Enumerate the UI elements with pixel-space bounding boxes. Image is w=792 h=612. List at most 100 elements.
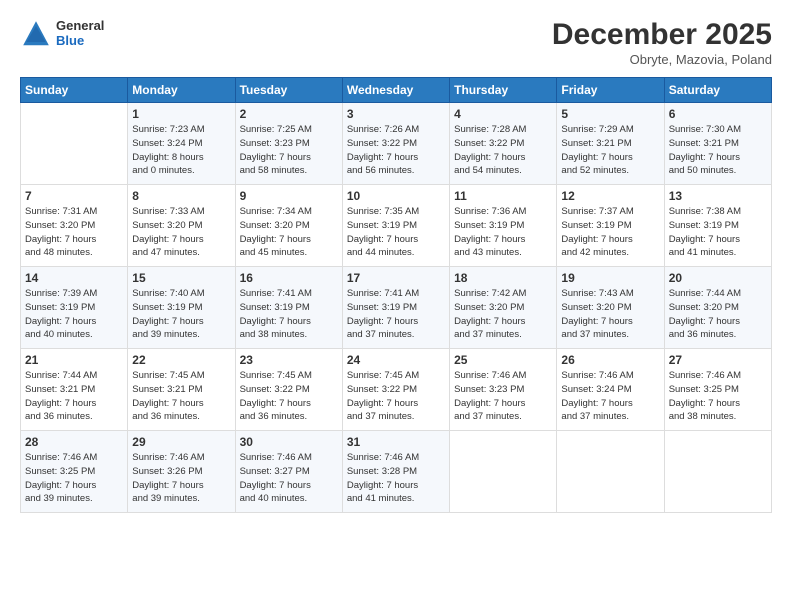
week-row-1: 7 Sunrise: 7:31 AMSunset: 3:20 PMDaylight… (21, 185, 772, 267)
day-number: 12 (561, 189, 659, 203)
logo-text: General Blue (56, 19, 104, 49)
day-number: 4 (454, 107, 552, 121)
day-number: 7 (25, 189, 123, 203)
header-day-thursday: Thursday (450, 78, 557, 103)
day-info: Sunrise: 7:41 AMSunset: 3:19 PMDaylight:… (347, 287, 445, 342)
calendar-body: 1 Sunrise: 7:23 AMSunset: 3:24 PMDaylight… (21, 103, 772, 513)
day-cell: 16Sunrise: 7:41 AMSunset: 3:19 PMDayligh… (235, 267, 342, 349)
day-number: 24 (347, 353, 445, 367)
day-info: Sunrise: 7:37 AMSunset: 3:19 PMDaylight:… (561, 205, 659, 260)
day-cell: 9Sunrise: 7:34 AMSunset: 3:20 PMDaylight… (235, 185, 342, 267)
day-cell: 20 Sunrise: 7:44 AMSunset: 3:20 PMDayligh… (664, 267, 771, 349)
day-cell: 23Sunrise: 7:45 AMSunset: 3:22 PMDayligh… (235, 349, 342, 431)
day-number: 16 (240, 271, 338, 285)
day-info: Sunrise: 7:46 AMSunset: 3:25 PMDaylight:… (669, 369, 767, 424)
day-info: Sunrise: 7:33 AMSunset: 3:20 PMDaylight:… (132, 205, 230, 260)
day-cell: 22 Sunrise: 7:45 AMSunset: 3:21 PMDayligh… (128, 349, 235, 431)
day-cell: 3Sunrise: 7:26 AMSunset: 3:22 PMDaylight… (342, 103, 449, 185)
day-number: 28 (25, 435, 123, 449)
day-number: 30 (240, 435, 338, 449)
day-number: 18 (454, 271, 552, 285)
day-number: 13 (669, 189, 767, 203)
day-cell: 21 Sunrise: 7:44 AMSunset: 3:21 PMDayligh… (21, 349, 128, 431)
day-cell: 24 Sunrise: 7:45 AMSunset: 3:22 PMDayligh… (342, 349, 449, 431)
header-row: SundayMondayTuesdayWednesdayThursdayFrid… (21, 78, 772, 103)
day-cell (21, 103, 128, 185)
calendar-table: SundayMondayTuesdayWednesdayThursdayFrid… (20, 77, 772, 513)
week-row-4: 28 Sunrise: 7:46 AMSunset: 3:25 PMDayligh… (21, 431, 772, 513)
day-number: 11 (454, 189, 552, 203)
day-info: Sunrise: 7:34 AMSunset: 3:20 PMDaylight:… (240, 205, 338, 260)
day-info: Sunrise: 7:40 AMSunset: 3:19 PMDaylight:… (132, 287, 230, 342)
day-number: 22 (132, 353, 230, 367)
day-cell: 26Sunrise: 7:46 AMSunset: 3:24 PMDayligh… (557, 349, 664, 431)
day-cell: 29Sunrise: 7:46 AMSunset: 3:26 PMDayligh… (128, 431, 235, 513)
header: General Blue December 2025 Obryte, Mazov… (20, 18, 772, 67)
day-cell: 31Sunrise: 7:46 AMSunset: 3:28 PMDayligh… (342, 431, 449, 513)
day-cell: 8Sunrise: 7:33 AMSunset: 3:20 PMDaylight… (128, 185, 235, 267)
day-cell: 6Sunrise: 7:30 AMSunset: 3:21 PMDaylight… (664, 103, 771, 185)
page: General Blue December 2025 Obryte, Mazov… (0, 0, 792, 612)
header-day-saturday: Saturday (664, 78, 771, 103)
header-day-friday: Friday (557, 78, 664, 103)
day-cell: 27 Sunrise: 7:46 AMSunset: 3:25 PMDayligh… (664, 349, 771, 431)
day-number: 2 (240, 107, 338, 121)
day-info: Sunrise: 7:36 AMSunset: 3:19 PMDaylight:… (454, 205, 552, 260)
day-cell (664, 431, 771, 513)
subtitle: Obryte, Mazovia, Poland (552, 52, 772, 67)
day-number: 25 (454, 353, 552, 367)
day-info: Sunrise: 7:46 AMSunset: 3:25 PMDaylight:… (25, 451, 123, 506)
day-info: Sunrise: 7:46 AMSunset: 3:27 PMDaylight:… (240, 451, 338, 506)
day-info: Sunrise: 7:29 AMSunset: 3:21 PMDaylight:… (561, 123, 659, 178)
logo: General Blue (20, 18, 104, 50)
day-cell (450, 431, 557, 513)
header-day-tuesday: Tuesday (235, 78, 342, 103)
day-cell: 19Sunrise: 7:43 AMSunset: 3:20 PMDayligh… (557, 267, 664, 349)
calendar-header: SundayMondayTuesdayWednesdayThursdayFrid… (21, 78, 772, 103)
day-info: Sunrise: 7:45 AMSunset: 3:22 PMDaylight:… (240, 369, 338, 424)
day-info: Sunrise: 7:46 AMSunset: 3:24 PMDaylight:… (561, 369, 659, 424)
day-cell: 14 Sunrise: 7:39 AMSunset: 3:19 PMDayligh… (21, 267, 128, 349)
day-number: 5 (561, 107, 659, 121)
day-number: 20 (669, 271, 767, 285)
day-info: Sunrise: 7:44 AMSunset: 3:20 PMDaylight:… (669, 287, 767, 342)
day-number: 21 (25, 353, 123, 367)
day-cell: 7 Sunrise: 7:31 AMSunset: 3:20 PMDaylight… (21, 185, 128, 267)
day-info: Sunrise: 7:26 AMSunset: 3:22 PMDaylight:… (347, 123, 445, 178)
week-row-0: 1 Sunrise: 7:23 AMSunset: 3:24 PMDaylight… (21, 103, 772, 185)
day-number: 27 (669, 353, 767, 367)
day-info: Sunrise: 7:28 AMSunset: 3:22 PMDaylight:… (454, 123, 552, 178)
logo-blue: Blue (56, 34, 104, 49)
day-number: 1 (132, 107, 230, 121)
day-number: 10 (347, 189, 445, 203)
header-day-monday: Monday (128, 78, 235, 103)
header-day-sunday: Sunday (21, 78, 128, 103)
day-cell: 12 Sunrise: 7:37 AMSunset: 3:19 PMDayligh… (557, 185, 664, 267)
day-cell (557, 431, 664, 513)
title-block: December 2025 Obryte, Mazovia, Poland (552, 18, 772, 67)
day-number: 31 (347, 435, 445, 449)
logo-general: General (56, 19, 104, 34)
day-info: Sunrise: 7:23 AMSunset: 3:24 PMDaylight:… (132, 123, 230, 178)
day-info: Sunrise: 7:45 AMSunset: 3:22 PMDaylight:… (347, 369, 445, 424)
day-info: Sunrise: 7:42 AMSunset: 3:20 PMDaylight:… (454, 287, 552, 342)
day-cell: 17Sunrise: 7:41 AMSunset: 3:19 PMDayligh… (342, 267, 449, 349)
day-info: Sunrise: 7:39 AMSunset: 3:19 PMDaylight:… (25, 287, 123, 342)
day-info: Sunrise: 7:45 AMSunset: 3:21 PMDaylight:… (132, 369, 230, 424)
day-cell: 15Sunrise: 7:40 AMSunset: 3:19 PMDayligh… (128, 267, 235, 349)
day-number: 6 (669, 107, 767, 121)
day-cell: 5 Sunrise: 7:29 AMSunset: 3:21 PMDaylight… (557, 103, 664, 185)
day-cell: 1 Sunrise: 7:23 AMSunset: 3:24 PMDaylight… (128, 103, 235, 185)
day-number: 14 (25, 271, 123, 285)
header-day-wednesday: Wednesday (342, 78, 449, 103)
day-cell: 13Sunrise: 7:38 AMSunset: 3:19 PMDayligh… (664, 185, 771, 267)
day-info: Sunrise: 7:44 AMSunset: 3:21 PMDaylight:… (25, 369, 123, 424)
day-number: 19 (561, 271, 659, 285)
week-row-2: 14 Sunrise: 7:39 AMSunset: 3:19 PMDayligh… (21, 267, 772, 349)
day-cell: 28 Sunrise: 7:46 AMSunset: 3:25 PMDayligh… (21, 431, 128, 513)
day-info: Sunrise: 7:31 AMSunset: 3:20 PMDaylight:… (25, 205, 123, 260)
day-cell: 11 Sunrise: 7:36 AMSunset: 3:19 PMDayligh… (450, 185, 557, 267)
day-info: Sunrise: 7:35 AMSunset: 3:19 PMDaylight:… (347, 205, 445, 260)
day-cell: 4 Sunrise: 7:28 AMSunset: 3:22 PMDaylight… (450, 103, 557, 185)
week-row-3: 21 Sunrise: 7:44 AMSunset: 3:21 PMDayligh… (21, 349, 772, 431)
